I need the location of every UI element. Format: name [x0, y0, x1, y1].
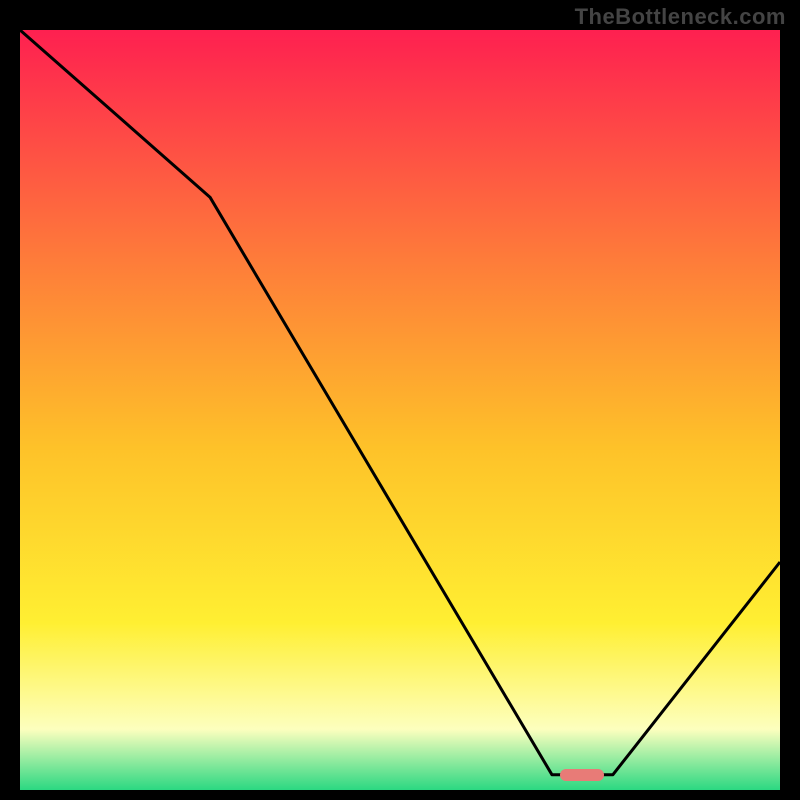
chart-frame: TheBottleneck.com	[0, 0, 800, 800]
optimal-marker	[560, 769, 604, 781]
plot-area	[20, 30, 780, 790]
gradient-background	[20, 30, 780, 790]
watermark-text: TheBottleneck.com	[575, 4, 786, 30]
chart-svg	[20, 30, 780, 790]
